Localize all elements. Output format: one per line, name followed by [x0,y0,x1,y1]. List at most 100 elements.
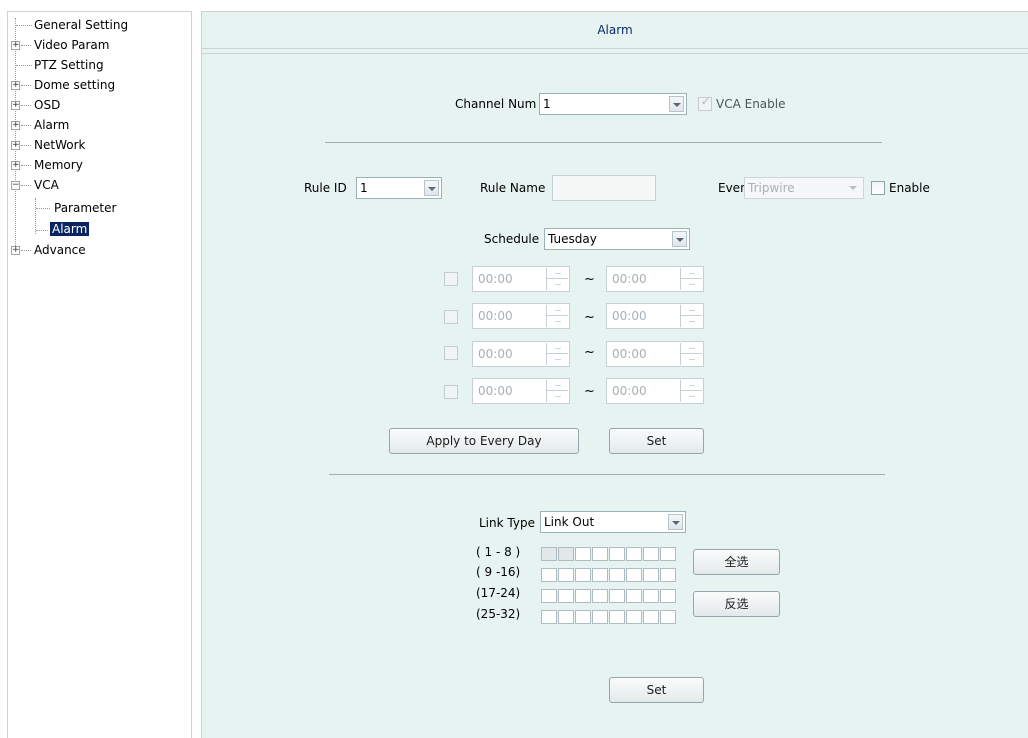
tree-item-network[interactable]: NetWork [34,136,85,154]
apply-every-day-button[interactable]: Apply to Every Day [389,428,579,454]
tree-item-vca-parameter[interactable]: Parameter [54,199,116,217]
link-checkbox[interactable] [592,610,608,624]
link-checkbox[interactable] [558,610,574,624]
start-time-value: 00:00 [478,347,513,361]
link-checkbox[interactable] [575,610,591,624]
time-spinner[interactable] [546,305,568,327]
link-checkbox[interactable] [609,610,625,624]
link-checkbox[interactable] [626,610,642,624]
vca-enable-checkbox[interactable] [698,95,712,111]
link-checkbox[interactable] [575,547,591,561]
event-value: Tripwire [748,181,795,195]
end-time-input[interactable]: 00:00 [606,378,704,404]
expand-icon[interactable]: + [11,41,20,50]
link-checkbox[interactable] [626,568,642,582]
rule-name-input[interactable] [552,175,656,201]
link-checkbox[interactable] [609,547,625,561]
end-time-input[interactable]: 00:00 [606,341,704,367]
channel-num-select[interactable]: 1 [539,93,687,115]
range-separator: ~ [584,310,595,325]
tree-item-video-param[interactable]: Video Param [34,36,109,54]
link-checkbox[interactable] [660,547,676,561]
chevron-down-icon [669,96,684,112]
link-checkbox[interactable] [643,547,659,561]
link-checkbox[interactable] [609,568,625,582]
link-checkbox[interactable] [592,589,608,603]
link-type-select[interactable]: Link Out [540,511,686,533]
link-checkbox[interactable] [575,589,591,603]
link-checkbox[interactable] [541,547,557,561]
event-select[interactable]: Tripwire [744,177,864,199]
time-spinner[interactable] [680,380,702,402]
time-spinner[interactable] [546,380,568,402]
tree-item-memory[interactable]: Memory [34,156,83,174]
tree-item-ptz-setting[interactable]: PTZ Setting [34,56,104,74]
link-set-button[interactable]: Set [609,677,704,703]
alarm-panel: Alarm Channel Num 1 VCA Enable Rule ID 1… [201,11,1028,738]
time-spinner[interactable] [546,343,568,365]
tree-item-vca[interactable]: VCA [34,176,59,194]
link-checkbox[interactable] [643,610,659,624]
time-spinner[interactable] [546,268,568,290]
schedule-select[interactable]: Tuesday [544,228,690,250]
tree-connector [36,230,48,231]
collapse-icon[interactable]: − [11,181,20,190]
link-checkbox[interactable] [643,589,659,603]
link-checkbox[interactable] [592,568,608,582]
channel-num-value: 1 [543,97,551,111]
expand-icon[interactable]: + [11,101,20,110]
link-checkbox[interactable] [541,610,557,624]
link-checkbox[interactable] [626,589,642,603]
start-time-input[interactable]: 00:00 [472,341,570,367]
settings-tree: General Setting + Video Param PTZ Settin… [7,11,192,738]
time-period-checkbox[interactable] [444,310,458,324]
rule-id-label: Rule ID [304,181,347,195]
tree-connector [21,125,31,126]
time-spinner[interactable] [680,343,702,365]
expand-icon[interactable]: + [11,121,20,130]
invert-selection-button[interactable]: 反选 [693,591,780,617]
link-checkbox[interactable] [660,610,676,624]
link-checkbox[interactable] [575,568,591,582]
time-period-checkbox[interactable] [444,385,458,399]
expand-icon[interactable]: + [11,81,20,90]
schedule-set-button[interactable]: Set [609,428,704,454]
link-checkbox[interactable] [541,589,557,603]
end-time-input[interactable]: 00:00 [606,303,704,329]
time-spinner[interactable] [680,268,702,290]
time-spinner[interactable] [680,305,702,327]
link-checkbox[interactable] [558,547,574,561]
expand-icon[interactable]: + [11,246,20,255]
expand-icon[interactable]: + [11,161,20,170]
start-time-input[interactable]: 00:00 [472,378,570,404]
tree-item-alarm[interactable]: Alarm [34,116,69,134]
tree-connector [21,85,31,86]
link-checkbox[interactable] [609,589,625,603]
time-period-checkbox[interactable] [444,272,458,286]
rule-id-select[interactable]: 1 [356,177,442,199]
link-checkbox[interactable] [660,589,676,603]
schedule-label: Schedule [484,232,540,246]
link-checkbox[interactable] [558,589,574,603]
link-checkbox[interactable] [626,547,642,561]
link-checkbox[interactable] [660,568,676,582]
start-time-input[interactable]: 00:00 [472,266,570,292]
expand-icon[interactable]: + [11,141,20,150]
tree-item-general-setting[interactable]: General Setting [34,16,128,34]
select-all-button[interactable]: 全选 [693,549,780,575]
start-time-input[interactable]: 00:00 [472,303,570,329]
link-checkbox[interactable] [558,568,574,582]
tree-item-advance[interactable]: Advance [34,241,86,259]
tree-item-vca-alarm[interactable]: Alarm [50,220,90,238]
link-checkbox[interactable] [592,547,608,561]
link-checkbox[interactable] [541,568,557,582]
link-checkbox[interactable] [643,568,659,582]
enable-checkbox[interactable] [871,181,885,195]
tree-item-dome-setting[interactable]: Dome setting [34,76,115,94]
end-time-input[interactable]: 00:00 [606,266,704,292]
chevron-down-icon [672,231,687,247]
tree-item-osd[interactable]: OSD [34,96,60,114]
schedule-value: Tuesday [548,232,597,246]
time-period-checkbox[interactable] [444,346,458,360]
range-label: (25-32) [476,607,521,621]
